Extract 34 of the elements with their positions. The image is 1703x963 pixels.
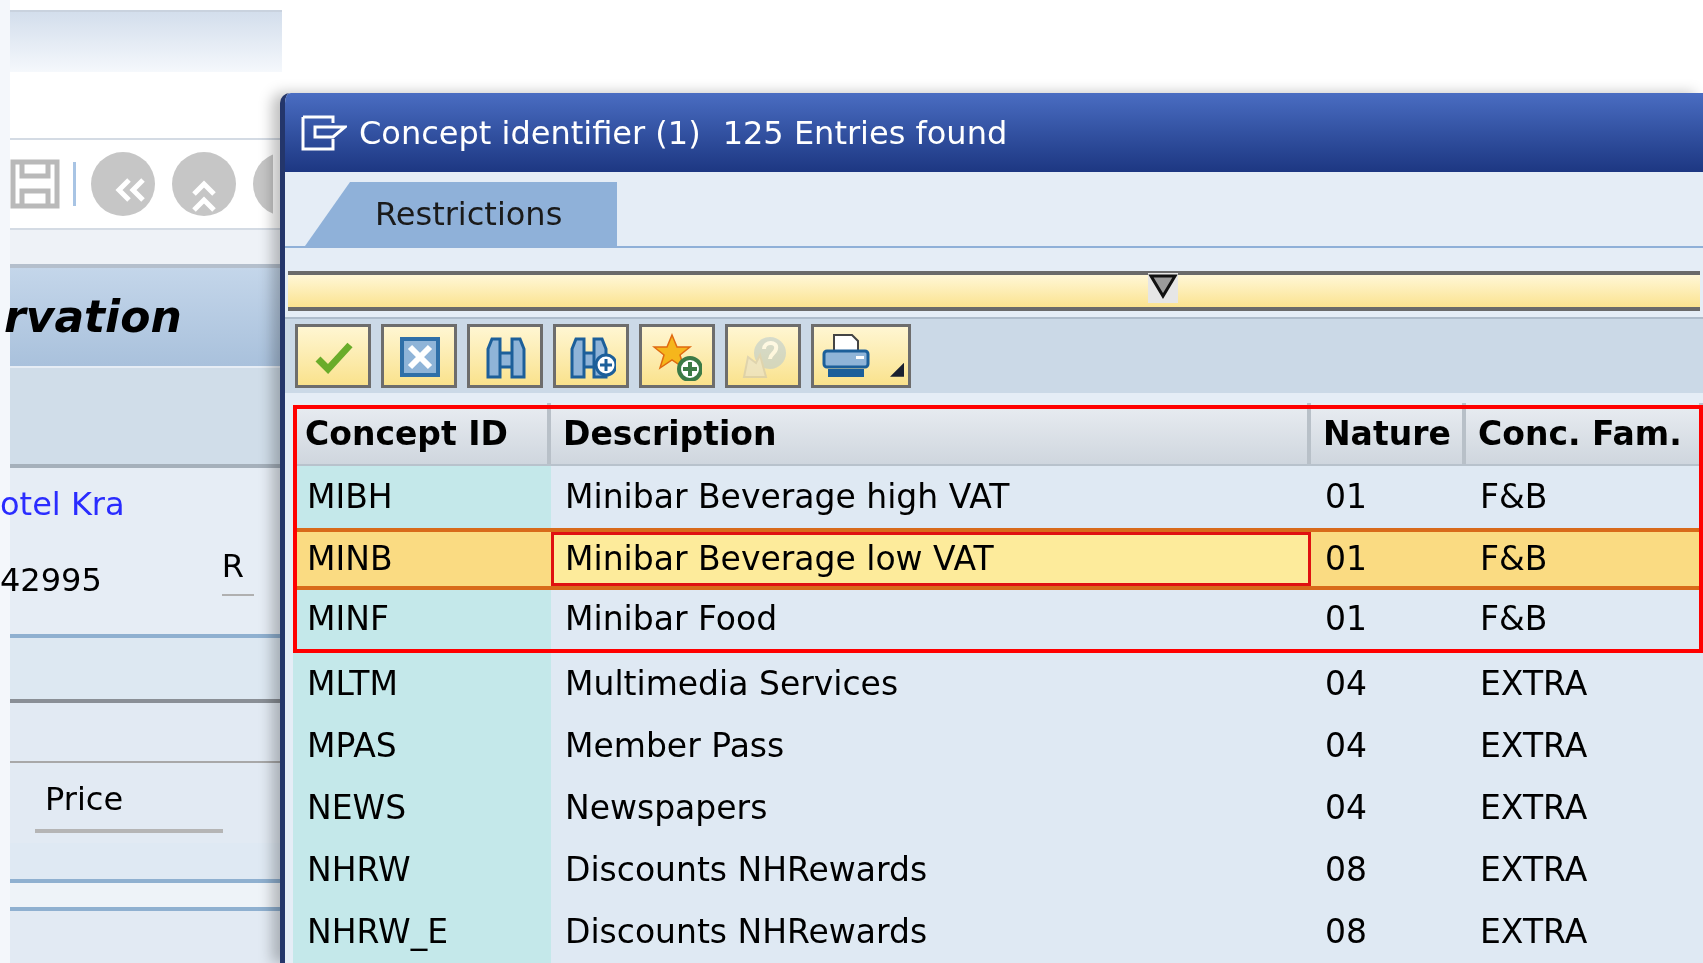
table-cell[interactable]: NEWS <box>293 777 551 839</box>
restrictions-tab[interactable]: Restrictions <box>305 182 618 247</box>
reservation-number: 42995 <box>0 564 102 596</box>
table-cell[interactable]: 04 <box>1311 653 1466 715</box>
table-cell[interactable]: 04 <box>1311 777 1466 839</box>
table-cell[interactable]: EXTRA <box>1466 715 1703 777</box>
table-cell[interactable]: EXTRA <box>1466 777 1703 839</box>
table-cell[interactable]: NHRW <box>293 839 551 901</box>
entries-count: 125 Entries found <box>722 112 1008 154</box>
table-cell[interactable]: Minibar Beverage low VAT <box>551 532 1311 586</box>
table-cell[interactable]: Discounts NHRewards <box>551 901 1311 963</box>
table-cell[interactable]: 01 <box>1311 532 1466 586</box>
table-cell[interactable]: NHRW_E <box>293 901 551 963</box>
screen-title: rvation <box>4 295 182 339</box>
field-label: R <box>221 550 255 596</box>
hotel-link[interactable]: otel Kra <box>0 488 282 520</box>
column-label: Price <box>35 783 224 833</box>
table-cell[interactable]: EXTRA <box>1466 653 1703 715</box>
table-cell[interactable]: EXTRA <box>1466 839 1703 901</box>
table-cell[interactable]: MPAS <box>293 715 551 777</box>
table-cell[interactable]: EXTRA <box>1466 901 1703 963</box>
table-cell[interactable]: 08 <box>1311 901 1466 963</box>
table-cell[interactable]: 01 <box>1311 590 1466 635</box>
table-cell[interactable]: Minibar Food <box>551 590 1311 635</box>
table-cell[interactable]: Multimedia Services <box>551 653 1311 715</box>
table-cell[interactable]: Newspapers <box>551 777 1311 839</box>
table-cell[interactable]: 08 <box>1311 839 1466 901</box>
table-cell[interactable]: Discounts NHRewards <box>551 839 1311 901</box>
table-cell[interactable]: MLTM <box>293 653 551 715</box>
table-cell[interactable]: 04 <box>1311 715 1466 777</box>
table-cell[interactable]: 01 <box>1311 466 1466 528</box>
table-cell[interactable]: Minibar Beverage high VAT <box>551 466 1311 528</box>
table-cell[interactable]: Member Pass <box>551 715 1311 777</box>
dialog-title: Concept identifier (1) <box>359 112 701 154</box>
